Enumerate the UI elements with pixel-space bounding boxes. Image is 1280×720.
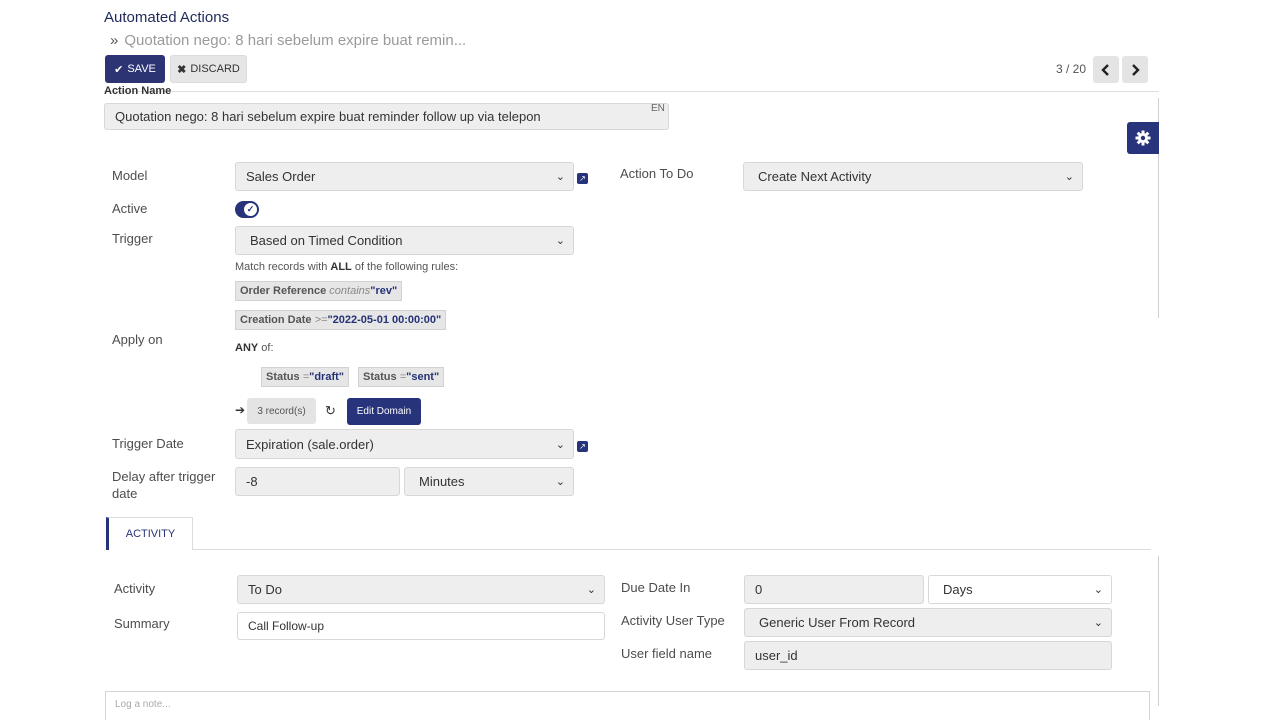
breadcrumb: » Quotation nego: 8 hari sebelum expire b…: [110, 32, 466, 49]
page-title[interactable]: Automated Actions: [104, 9, 229, 26]
domain-rule-creation-date[interactable]: Creation Date >="2022-05-01 00:00:00": [235, 310, 447, 330]
active-label: Active: [112, 201, 148, 216]
action-name-input[interactable]: Quotation nego: 8 hari sebelum expire bu…: [104, 103, 669, 130]
tab-activity[interactable]: ACTIVITY: [106, 517, 193, 550]
chevron-down-icon: ⌄: [586, 584, 596, 596]
pager-value[interactable]: 3 / 20: [1056, 62, 1086, 76]
discard-button[interactable]: ✖ DISCARD: [170, 55, 247, 83]
summary-label: Summary: [114, 616, 170, 631]
user-field-input[interactable]: user_id: [744, 641, 1112, 670]
domain-rule-status-draft[interactable]: Status ="draft": [261, 367, 349, 387]
tab-divider: [193, 549, 1151, 550]
check-icon: ✔: [114, 63, 124, 76]
gear-icon: [1135, 130, 1151, 146]
pager-next-button[interactable]: [1122, 56, 1148, 83]
active-toggle[interactable]: ✓: [235, 201, 259, 218]
arrow-right-icon: ➔: [235, 403, 246, 417]
language-badge[interactable]: EN: [651, 103, 665, 114]
domain-rule-status-sent[interactable]: Status ="sent": [358, 367, 445, 387]
domain-intro: Match records with ALL of the following …: [235, 261, 459, 273]
user-type-label: Activity User Type: [621, 613, 725, 628]
activity-select[interactable]: To Do ⌄: [237, 575, 605, 604]
due-date-unit-select[interactable]: Days ⌄: [928, 575, 1112, 604]
breadcrumb-separator-icon: »: [110, 32, 119, 49]
log-note-box[interactable]: Log a note...: [105, 691, 1150, 720]
user-type-select[interactable]: Generic User From Record ⌄: [744, 608, 1112, 637]
delay-unit-select[interactable]: Minutes ⌄: [404, 467, 574, 496]
action-to-do-label: Action To Do: [620, 166, 694, 181]
refresh-icon[interactable]: ↻: [325, 403, 336, 419]
delay-input[interactable]: -8: [235, 467, 400, 496]
activity-label: Activity: [114, 581, 156, 596]
action-name-label: Action Name: [104, 86, 172, 94]
model-label: Model: [112, 168, 148, 183]
chevron-right-icon: [1132, 63, 1140, 76]
apply-on-label: Apply on: [112, 332, 163, 347]
chevron-down-icon: ⌄: [1093, 584, 1103, 596]
trigger-date-label: Trigger Date: [112, 436, 184, 451]
chevron-down-icon: ⌄: [1093, 617, 1103, 629]
chevron-left-icon: [1101, 63, 1109, 76]
trigger-date-select[interactable]: Expiration (sale.order) ⌄: [235, 429, 574, 459]
action-to-do-select[interactable]: Create Next Activity ⌄: [743, 162, 1083, 191]
model-select[interactable]: Sales Order ⌄: [235, 162, 574, 191]
domain-rule-order-reference[interactable]: Order Reference contains"rev": [235, 281, 403, 301]
records-count-button[interactable]: 3 record(s): [247, 398, 316, 424]
chevron-down-icon: ⌄: [555, 438, 565, 451]
header-divider: [104, 91, 1159, 92]
settings-gear-button[interactable]: [1127, 122, 1159, 154]
user-field-label: User field name: [621, 646, 713, 661]
save-button[interactable]: ✔ SAVE: [105, 55, 165, 83]
delay-label: Delay after trigger date: [112, 469, 216, 501]
chevron-down-icon: ⌄: [555, 476, 565, 488]
external-link-icon[interactable]: ↗: [577, 173, 588, 184]
trigger-select[interactable]: Based on Timed Condition ⌄: [235, 226, 574, 255]
due-date-label: Due Date In: [621, 580, 691, 595]
chevron-down-icon: ⌄: [555, 235, 565, 247]
chevron-down-icon: ⌄: [1064, 171, 1074, 183]
log-note-placeholder: Log a note...: [115, 699, 171, 710]
check-icon: ✓: [244, 203, 257, 216]
pager-previous-button[interactable]: [1093, 56, 1119, 83]
chevron-down-icon: ⌄: [555, 171, 565, 183]
due-date-input[interactable]: 0: [744, 575, 924, 604]
external-link-icon[interactable]: ↗: [577, 441, 588, 452]
summary-input[interactable]: Call Follow-up: [237, 612, 605, 640]
close-icon: ✖: [177, 63, 187, 76]
sheet-border: [1158, 556, 1159, 706]
edit-domain-button[interactable]: Edit Domain: [347, 398, 421, 425]
domain-any: ANY of:: [235, 342, 274, 354]
breadcrumb-current: Quotation nego: 8 hari sebelum expire bu…: [124, 32, 467, 49]
trigger-label: Trigger: [112, 231, 153, 246]
